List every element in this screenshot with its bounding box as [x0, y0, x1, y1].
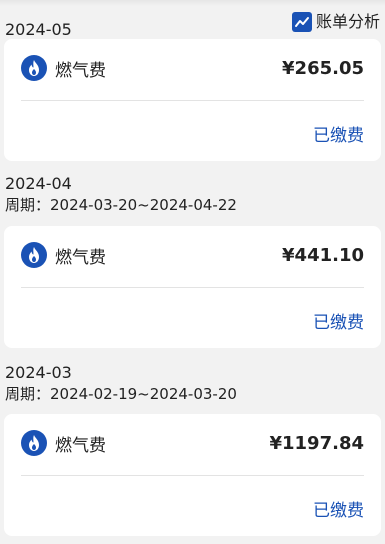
- fee-name: 燃气费: [55, 435, 106, 456]
- divider: [21, 475, 364, 476]
- bill-analysis-button[interactable]: 账单分析: [291, 12, 380, 32]
- billing-period: 周期：2024-03-20~2024-04-22: [5, 196, 237, 214]
- payment-status[interactable]: 已缴费: [313, 308, 364, 333]
- gas-flame-icon: [21, 55, 47, 81]
- month-label: 2024-05: [5, 20, 72, 39]
- bill-amount: ¥1197.84: [269, 432, 364, 454]
- trend-chart-icon: [291, 12, 312, 32]
- divider: [21, 100, 364, 101]
- bill-card[interactable]: 燃气费 ¥1197.84 已缴费: [4, 414, 381, 536]
- month-label: 2024-03: [5, 363, 72, 382]
- divider: [21, 287, 364, 288]
- top-edge-shadow: [0, 0, 385, 6]
- gas-flame-icon: [21, 242, 47, 268]
- bill-analysis-label: 账单分析: [315, 12, 380, 31]
- fee-name: 燃气费: [55, 60, 106, 81]
- fee-name: 燃气费: [55, 247, 106, 268]
- bill-amount: ¥441.10: [282, 244, 364, 266]
- gas-flame-icon: [21, 430, 47, 456]
- payment-status[interactable]: 已缴费: [313, 121, 364, 146]
- bill-amount: ¥265.05: [282, 57, 364, 79]
- bill-card[interactable]: 燃气费 ¥265.05 已缴费: [4, 39, 381, 161]
- payment-status[interactable]: 已缴费: [313, 496, 364, 521]
- bill-card[interactable]: 燃气费 ¥441.10 已缴费: [4, 226, 381, 348]
- month-label: 2024-04: [5, 174, 72, 193]
- billing-period: 周期：2024-02-19~2024-03-20: [5, 385, 237, 403]
